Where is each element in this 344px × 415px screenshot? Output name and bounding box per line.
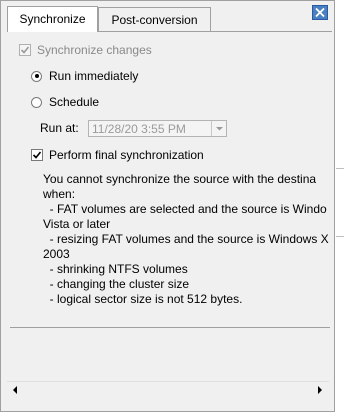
schedule-label: Schedule [49,95,100,109]
final-sync-row[interactable]: Perform final synchronization [31,148,204,162]
final-sync-checkbox[interactable] [31,149,43,161]
tab-post-conversion[interactable]: Post-conversion [98,7,211,31]
sync-changes-label: Synchronize changes [37,43,152,57]
scroll-right-button[interactable] [312,382,329,399]
sync-warning-message: You cannot synchronize the source with t… [43,172,329,306]
tab-synchronize[interactable]: Synchronize [7,6,98,32]
schedule-radio[interactable] [31,96,42,108]
check-icon [32,151,42,159]
dropdown-arrow[interactable] [211,121,226,136]
run-immediately-radio[interactable] [31,70,42,82]
schedule-row[interactable]: Schedule [31,95,99,109]
close-icon [315,8,325,17]
sync-changes-checkbox[interactable] [19,44,31,56]
radio-selected-dot [34,74,39,78]
arrow-right-icon [318,386,322,394]
run-at-value: 11/28/20 3:55 PM [92,122,186,136]
run-at-label-row: Run at: [40,121,79,135]
background-edge [336,168,344,169]
arrow-left-icon [13,386,17,394]
sync-changes-row[interactable]: Synchronize changes [19,43,152,57]
tab-bar: Synchronize Post-conversion [1,1,336,32]
synchronize-panel: Synchronize Post-conversion Synchronize … [0,0,335,412]
check-icon [20,46,30,54]
run-immediately-row[interactable]: Run immediately [31,69,138,83]
close-button[interactable] [312,5,328,20]
background-edge [336,236,344,237]
run-at-datetime-picker[interactable]: 11/28/20 3:55 PM [88,120,227,137]
chevron-down-icon [216,127,223,131]
horizontal-scrollbar[interactable] [7,381,329,398]
run-immediately-label: Run immediately [49,69,139,83]
divider [10,327,330,328]
final-sync-label: Perform final synchronization [49,148,204,162]
scroll-left-button[interactable] [7,382,24,399]
run-at-label: Run at: [40,121,79,135]
